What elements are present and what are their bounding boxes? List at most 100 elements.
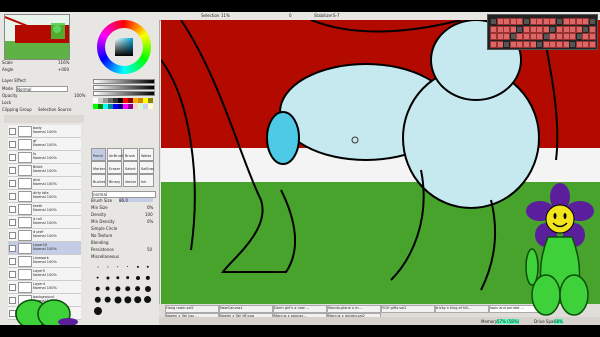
lock-row[interactable]: Lock: [2, 100, 11, 105]
brush-size-preset[interactable]: [113, 295, 122, 304]
layer-item[interactable]: teeth Normal 100%: [8, 203, 81, 216]
visibility-toggle-icon[interactable]: [9, 258, 16, 265]
brush-size-preset[interactable]: [93, 273, 102, 282]
brush-size-preset[interactable]: [93, 295, 102, 304]
color-square[interactable]: [115, 38, 133, 56]
brush-size-preset[interactable]: [143, 262, 152, 271]
brush-shape-select[interactable]: Simple Circle: [91, 226, 117, 231]
brush-size-preset[interactable]: [133, 262, 142, 271]
document-tab[interactable]: NewCanvas1: [219, 305, 273, 313]
brush-size-preset[interactable]: [133, 273, 142, 282]
document-tab[interactable]: Hang room.sai2: [165, 305, 219, 313]
visibility-toggle-icon[interactable]: [9, 232, 16, 239]
brush-size-preset[interactable]: [143, 284, 152, 293]
brush-size-preset[interactable]: [143, 273, 152, 282]
tool-select[interactable]: Select: [123, 161, 138, 174]
layer-thumbnail: [18, 126, 32, 137]
brush-mode-select[interactable]: normal: [92, 191, 156, 198]
rgb-slider-2[interactable]: [93, 85, 155, 90]
tool-airbrush[interactable]: AirBrush: [107, 148, 124, 161]
document-tab[interactable]: YGH gifts.sai2: [381, 305, 435, 313]
tool-seleras[interactable]: SelEras: [139, 161, 154, 174]
clipping-row[interactable]: Clipping Group Selection Source: [2, 107, 71, 112]
visibility-toggle-icon[interactable]: [9, 141, 16, 148]
document-tab[interactable]: Mondo-plane x m...: [327, 305, 381, 313]
scale-row[interactable]: Scale 116%: [2, 60, 69, 65]
visibility-toggle-icon[interactable]: [9, 154, 16, 161]
layer-item[interactable]: fs Normal 100%: [8, 151, 81, 164]
min-size-row[interactable]: Min Size 0%: [91, 205, 153, 210]
brush-size-preset[interactable]: [123, 262, 132, 271]
zoom-value[interactable]: 11%: [221, 13, 230, 18]
tool-binary[interactable]: Binary: [107, 174, 122, 187]
layer-item[interactable]: Layer10 Normal 100%: [8, 242, 81, 255]
brush-size-preset[interactable]: [113, 273, 122, 282]
brush-size-preset[interactable]: [103, 295, 112, 304]
visibility-toggle-icon[interactable]: [9, 193, 16, 200]
tool-brush[interactable]: Brush: [123, 148, 138, 161]
angle-row[interactable]: Angle +000: [2, 67, 69, 72]
brush-size-preset[interactable]: [113, 262, 122, 271]
layer-item[interactable]: gf Normal 100%: [8, 138, 81, 151]
brush-size-preset[interactable]: [103, 284, 112, 293]
tool-ink[interactable]: Ink: [139, 174, 154, 187]
density-row[interactable]: Density 100: [91, 212, 153, 217]
layer-item[interactable]: body Normal 100%: [8, 125, 81, 138]
brush-size-preset[interactable]: [103, 262, 112, 271]
visibility-toggle-icon[interactable]: [9, 180, 16, 187]
document-tab[interactable]: Dorm girl's a new ...: [273, 305, 327, 313]
tool-bucket[interactable]: Bucket: [91, 174, 106, 187]
color-swatch[interactable]: [148, 98, 153, 103]
tool-eraser[interactable]: Eraser: [107, 161, 122, 174]
visibility-toggle-icon[interactable]: [9, 245, 16, 252]
visibility-toggle-icon[interactable]: [9, 167, 16, 174]
clipping-group-checkbox[interactable]: Clipping Group: [2, 107, 32, 112]
layer-item[interactable]: d pref Normal 100%: [8, 229, 81, 242]
visibility-toggle-icon[interactable]: [9, 219, 16, 226]
brush-size-preset[interactable]: [133, 295, 142, 304]
stabilizer-select[interactable]: S-7: [333, 13, 340, 18]
document-tab[interactable]: tricky x king of hill...: [435, 305, 489, 313]
brush-size-preset[interactable]: [113, 284, 122, 293]
brush-size-preset[interactable]: [123, 273, 132, 282]
blue-accent: [266, 111, 300, 165]
mode-row[interactable]: Mode Normal: [2, 86, 68, 92]
brush-size-row[interactable]: Brush Size 86.0: [91, 198, 153, 203]
layer-item[interactable]: Linework Normal 100%: [8, 255, 81, 268]
brush-size-preset[interactable]: [123, 295, 132, 304]
brush-size-preset[interactable]: [123, 284, 132, 293]
layer-item[interactable]: dirty bits Normal 100%: [8, 190, 81, 203]
visibility-toggle-icon[interactable]: [9, 128, 16, 135]
tool-marker[interactable]: Marker: [91, 161, 106, 174]
layer-item[interactable]: Layer5 Normal 100%: [8, 268, 81, 281]
brush-size-preset[interactable]: [93, 284, 102, 293]
visibility-toggle-icon[interactable]: [9, 206, 16, 213]
tool-water[interactable]: Water: [139, 148, 154, 161]
color-wheel[interactable]: [97, 20, 151, 74]
brush-size-preset[interactable]: [93, 262, 102, 271]
brush-size-dot: [114, 296, 121, 303]
navigator-thumbnail[interactable]: [4, 14, 70, 60]
layer-item[interactable]: d roll Normal 100%: [8, 216, 81, 229]
layer-effect-row[interactable]: Layer Effect: [2, 78, 26, 83]
visibility-toggle-icon[interactable]: [9, 271, 16, 278]
rgb-slider-3[interactable]: [93, 91, 155, 96]
rotation-value[interactable]: 0: [289, 13, 292, 18]
rgb-slider-1[interactable]: [93, 79, 155, 84]
tool-pencil[interactable]: Pencil: [91, 148, 106, 161]
brush-size-preset[interactable]: [103, 273, 112, 282]
layer-item[interactable]: dick Normal 100%: [8, 177, 81, 190]
brush-texture-select[interactable]: No Texture: [91, 233, 112, 238]
opacity-row[interactable]: Opacity 100%: [2, 93, 85, 98]
brush-size-preset[interactable]: [143, 295, 152, 304]
mode-select[interactable]: Normal: [16, 86, 68, 92]
persistence-row[interactable]: Persistence 50: [91, 247, 152, 252]
color-swatch[interactable]: [148, 104, 153, 109]
layer-item[interactable]: Bdick Normal 100%: [8, 164, 81, 177]
min-density-row[interactable]: Min Density 0%: [91, 219, 153, 224]
selection-dropdown[interactable]: Selection: [201, 13, 219, 18]
brush-size-preset[interactable]: [133, 284, 142, 293]
selection-source-checkbox[interactable]: Selection Source: [38, 107, 71, 112]
tool-vector[interactable]: Vector: [123, 174, 138, 187]
brush-size-preset[interactable]: [93, 306, 102, 315]
